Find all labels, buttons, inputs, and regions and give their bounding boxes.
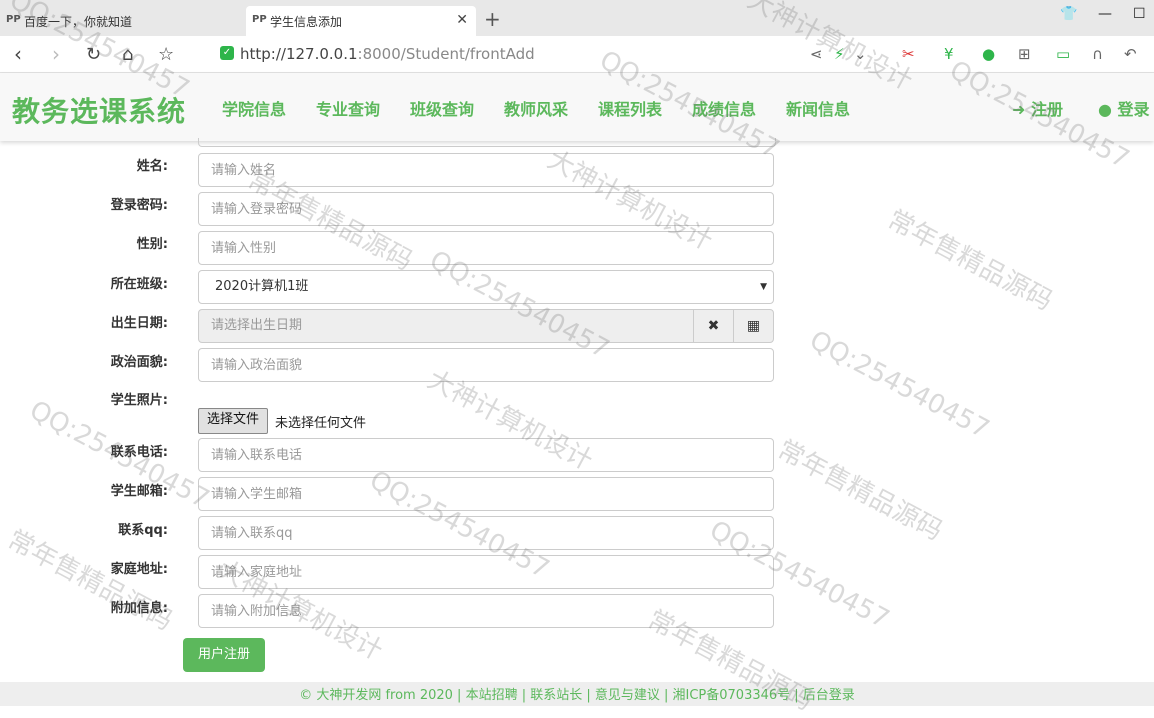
- undo-icon[interactable]: ↶: [1124, 45, 1137, 63]
- register-link[interactable]: ➜ 注册: [1012, 96, 1063, 120]
- close-tab-icon[interactable]: ✕: [456, 12, 468, 28]
- qq-input[interactable]: [198, 516, 774, 550]
- calendar-icon[interactable]: ▦: [733, 309, 774, 343]
- maximize-icon[interactable]: ☐: [1133, 6, 1146, 22]
- chevron-down-icon[interactable]: ⌄: [854, 45, 867, 63]
- site-navbar: 教务选课系统 学院信息 专业查询 班级查询 教师风采 课程列表 成绩信息 新闻信…: [0, 73, 1154, 141]
- headphones-icon[interactable]: ∩: [1092, 45, 1103, 63]
- apps-icon[interactable]: ⊞: [1018, 45, 1031, 63]
- qq-label: 联系qq:: [118, 523, 168, 538]
- politics-input[interactable]: [198, 348, 774, 382]
- name-label: 姓名:: [136, 159, 168, 174]
- password-input[interactable]: [198, 192, 774, 226]
- back-icon[interactable]: ‹: [14, 42, 22, 66]
- nav-college[interactable]: 学院信息: [222, 96, 286, 120]
- address-input[interactable]: [198, 555, 774, 589]
- phone-label: 联系电话:: [110, 445, 168, 460]
- memo-input[interactable]: [198, 594, 774, 628]
- home-icon[interactable]: ⌂: [122, 44, 133, 65]
- shield-icon: ✓: [220, 46, 234, 60]
- url-host: http://127.0.0.1: [240, 45, 358, 63]
- tab-title: 百度一下，你就知道: [24, 14, 133, 29]
- nav-course[interactable]: 课程列表: [598, 96, 662, 120]
- name-input[interactable]: [198, 153, 774, 187]
- birthday-picker: 请选择出生日期 ✖ ▦: [198, 309, 774, 343]
- forward-icon[interactable]: ›: [52, 42, 60, 66]
- minimize-icon[interactable]: —: [1098, 6, 1112, 22]
- photo-label: 学生照片:: [110, 393, 168, 408]
- birthday-label: 出生日期:: [110, 316, 168, 331]
- yen-icon[interactable]: ¥: [944, 45, 954, 63]
- register-label: 注册: [1030, 100, 1063, 119]
- url-path: :8000/Student/frontAdd: [357, 45, 535, 63]
- class-select-value: 2020计算机1班: [215, 279, 309, 294]
- gender-input[interactable]: [198, 231, 774, 265]
- nav-major[interactable]: 专业查询: [316, 96, 380, 120]
- battery-icon[interactable]: ▭: [1056, 45, 1070, 63]
- user-icon: ●: [1098, 100, 1112, 119]
- new-tab-icon[interactable]: +: [484, 7, 501, 31]
- paw-icon: PP: [6, 14, 21, 25]
- password-label: 登录密码:: [110, 198, 168, 213]
- nav-teacher[interactable]: 教师风采: [504, 96, 568, 120]
- login-label: 登录: [1117, 100, 1150, 119]
- site-footer: © 大神开发网 from 2020 | 本站招聘 | 联系站长 | 意见与建议 …: [0, 682, 1154, 706]
- site-brand[interactable]: 教务选课系统: [12, 90, 186, 130]
- tab-title: 学生信息添加: [270, 14, 343, 29]
- browser-tab-baidu[interactable]: PP 百度一下，你就知道: [0, 6, 244, 36]
- refresh-icon[interactable]: ↻: [86, 44, 101, 65]
- nav-news[interactable]: 新闻信息: [786, 96, 850, 120]
- memo-label: 附加信息:: [110, 601, 168, 616]
- email-label: 学生邮箱:: [110, 484, 168, 499]
- sign-in-icon: ➜: [1012, 100, 1026, 119]
- input-edge: [198, 138, 776, 147]
- choose-file-button[interactable]: 选择文件: [198, 408, 269, 434]
- lightning-icon[interactable]: ⚡: [834, 45, 845, 63]
- phone-input[interactable]: [198, 438, 774, 472]
- star-icon[interactable]: ☆: [158, 44, 174, 65]
- nav-class[interactable]: 班级查询: [410, 96, 474, 120]
- address-label: 家庭地址:: [110, 562, 168, 577]
- clear-date-icon[interactable]: ✖: [693, 309, 734, 343]
- address-bar: ‹ › ↻ ⌂ ☆ ✓ http://127.0.0.1:8000/Studen…: [0, 36, 1154, 73]
- nav-score[interactable]: 成绩信息: [692, 96, 756, 120]
- chat-icon[interactable]: ●: [982, 45, 995, 63]
- class-select[interactable]: 2020计算机1班 ▼: [198, 270, 774, 304]
- shirt-icon[interactable]: 👕: [1060, 6, 1077, 22]
- register-submit-button[interactable]: 用户注册: [183, 638, 265, 672]
- login-link[interactable]: ● 登录: [1098, 96, 1150, 120]
- file-status: 未选择任何文件: [275, 416, 367, 431]
- url-field[interactable]: http://127.0.0.1:8000/Student/frontAdd: [240, 45, 535, 63]
- browser-tab-bar: PP 百度一下，你就知道 PP 学生信息添加 ✕ + 👕 — ☐: [0, 0, 1154, 36]
- class-label: 所在班级:: [110, 277, 168, 292]
- student-add-form: 姓名: 登录密码: 性别: 所在班级: 2020计算机1班 ▼ 出生日期: 请选…: [0, 138, 1154, 682]
- email-input[interactable]: [198, 477, 774, 511]
- browser-tab-active[interactable]: PP 学生信息添加 ✕: [246, 6, 476, 36]
- birthday-input[interactable]: 请选择出生日期: [198, 309, 694, 343]
- gender-label: 性别:: [136, 237, 168, 252]
- scissors-icon[interactable]: ✂: [902, 45, 915, 63]
- share-icon[interactable]: ⋖: [810, 45, 823, 63]
- politics-label: 政治面貌:: [110, 355, 168, 370]
- dropdown-arrow-icon: ▼: [760, 282, 767, 292]
- paw-icon: PP: [252, 14, 267, 25]
